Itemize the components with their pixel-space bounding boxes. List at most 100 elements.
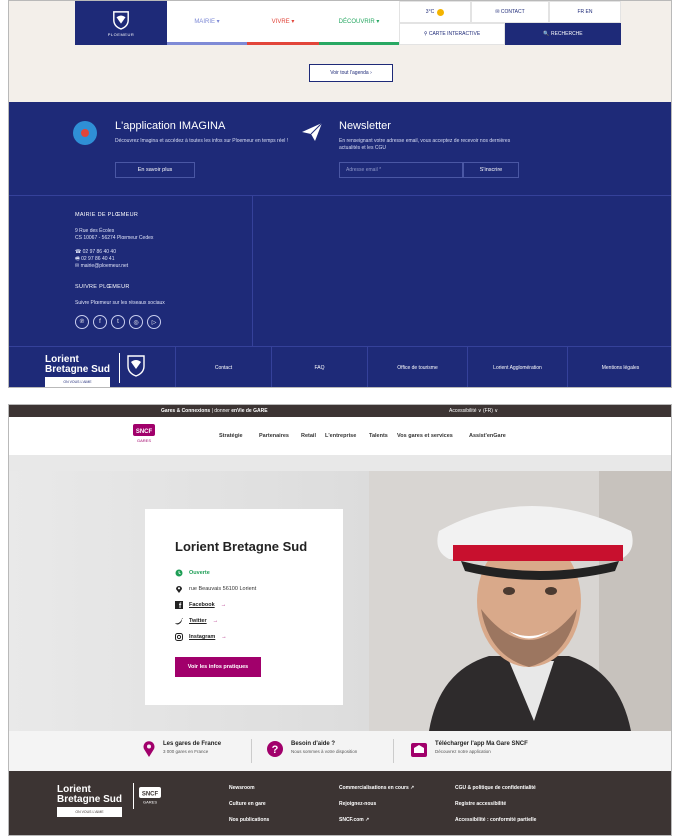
- footer-link-accessibility-conformity[interactable]: Accessibilité : conformité partielle: [455, 817, 536, 823]
- sncf-footer: Lorient Bretagne Sud ON VOUS L'AIME SNCF…: [9, 771, 671, 835]
- nav-talents[interactable]: Talents: [369, 433, 388, 439]
- info-description: Nous sommes à votre disposition: [291, 749, 358, 754]
- svg-text:SNCF: SNCF: [142, 792, 159, 798]
- app-more-button[interactable]: En savoir plus: [115, 162, 195, 178]
- logo-text: PLOEMEUR: [107, 31, 135, 37]
- newsletter-email-input[interactable]: Adresse email *: [339, 162, 463, 178]
- ploemeur-shield-icon: [127, 355, 145, 377]
- instagram-icon[interactable]: ◎: [129, 315, 143, 329]
- arrow-right-icon: →: [220, 602, 227, 608]
- ploemeur-footer-area: L'application IMAGINA Découvrez Imagina …: [9, 102, 671, 387]
- lorient-bretagne-sud-logo[interactable]: Lorient Bretagne Sud ON VOUS L'AIME: [57, 785, 123, 817]
- twitter-icon[interactable]: t: [111, 315, 125, 329]
- twitter-icon: [175, 618, 183, 625]
- topbar-brand[interactable]: Gares & Connexions | donner enVie de GAR…: [161, 408, 268, 414]
- logo-line: Bretagne Sud: [57, 794, 123, 805]
- twitter-row[interactable]: Twitter →: [175, 617, 218, 625]
- practical-info-button[interactable]: Voir les infos pratiques: [175, 657, 261, 677]
- nav-vivre[interactable]: VIVRE ▾: [247, 1, 319, 45]
- svg-text:?: ?: [272, 744, 279, 756]
- ploemeur-logo[interactable]: PLOEMEUR: [75, 1, 167, 45]
- footer-link-legal[interactable]: Mentions légales: [567, 347, 671, 387]
- divider: [251, 739, 252, 763]
- station-card: Lorient Bretagne Sud Ouverte rue Beauvai…: [145, 509, 343, 705]
- svg-text:SNCF: SNCF: [136, 429, 153, 435]
- address-line: 9 Rue des Écoles: [75, 228, 115, 234]
- follow-description: Suivre Plœmeur sur les réseaux sociaux: [75, 300, 165, 306]
- station-agent-photo: [369, 471, 671, 731]
- brand-separator: | donner: [210, 408, 232, 414]
- info-app[interactable]: Télécharger l'app Ma Gare SNCF Découvrez …: [411, 741, 528, 757]
- info-title: Les gares de France: [163, 741, 222, 747]
- app-description: Découvrez Imagina et accédez à toutes le…: [115, 138, 289, 144]
- accessibility-language[interactable]: Accessibilité ∨ (FR) ∨: [449, 408, 498, 414]
- ploemeur-header: PLOEMEUR MAIRIE ▾ VIVRE ▾ DÉCOUVRIR ▾ 3°…: [75, 1, 621, 45]
- facebook-row[interactable]: f Facebook →: [175, 601, 226, 609]
- youtube-icon[interactable]: ▷: [147, 315, 161, 329]
- agenda-button[interactable]: Voir tout l'agenda ›: [309, 64, 393, 82]
- divider: [133, 783, 134, 809]
- map-pin-icon: [143, 741, 155, 757]
- weather-temp: 3°C: [425, 9, 435, 15]
- station-title: Lorient Bretagne Sud: [175, 539, 308, 554]
- nav-assistengare[interactable]: Assist'enGare: [469, 433, 506, 439]
- info-help[interactable]: ? Besoin d'aide ? Nous sommes à votre dis…: [267, 741, 357, 757]
- footer-link-publications[interactable]: Nos publications: [229, 817, 269, 823]
- twitter-link[interactable]: Twitter: [189, 618, 207, 624]
- contact-link[interactable]: ✉ CONTACT: [471, 1, 549, 23]
- nav-decouvrir[interactable]: DÉCOUVRIR ▾: [319, 1, 399, 45]
- info-description: 3 000 gares en France: [163, 749, 209, 754]
- footer-link-culture[interactable]: Culture en gare: [229, 801, 266, 807]
- info-gares-france[interactable]: Les gares de France 3 000 gares en France: [143, 741, 221, 757]
- nav-partenaires[interactable]: Partenaires: [259, 433, 289, 439]
- info-title: Télécharger l'app Ma Gare SNCF: [435, 741, 528, 747]
- sncf-screenshot: Gares & Connexions | donner enVie de GAR…: [8, 404, 672, 836]
- follow-title: SUIVRE PLŒMEUR: [75, 284, 130, 290]
- help-icon: ?: [267, 741, 283, 757]
- footer-link-accessibility-register[interactable]: Registre accessibilité: [455, 801, 506, 807]
- divider: [252, 196, 253, 346]
- search-button[interactable]: 🔍 RECHERCHE: [505, 23, 621, 45]
- nav-entreprise[interactable]: L'entreprise: [325, 433, 356, 439]
- language-switch[interactable]: FR EN: [549, 1, 621, 23]
- info-bar: Les gares de France 3 000 gares en France…: [9, 731, 671, 771]
- footer-link-cgu[interactable]: CGU & politique de confidentialité: [455, 785, 536, 791]
- svg-text:GARES: GARES: [143, 800, 157, 805]
- footer-link-contact[interactable]: Contact: [175, 347, 271, 387]
- email-link[interactable]: ✉ mairie@ploemeur.net: [75, 263, 128, 269]
- nav-services[interactable]: Vos gares et services: [397, 433, 453, 439]
- app-station-icon: [411, 743, 427, 757]
- sncf-logo-icon[interactable]: SNCF GARES: [133, 424, 155, 444]
- sun-icon: [437, 8, 445, 16]
- facebook-icon[interactable]: f: [93, 315, 107, 329]
- paper-plane-icon: [302, 122, 323, 141]
- footer-link-recruitment[interactable]: Rejoignez-nous: [339, 801, 376, 807]
- phone[interactable]: ☎ 02 97 86 40 40: [75, 249, 116, 255]
- interactive-map-link[interactable]: ⚲ CARTE INTERACTIVE: [399, 23, 505, 45]
- nav-retail[interactable]: Retail: [301, 433, 316, 439]
- facebook-link[interactable]: Facebook: [189, 602, 215, 608]
- footer-link-agglomeration[interactable]: Lorient Agglomération: [467, 347, 567, 387]
- status-text: Ouverte: [189, 570, 210, 576]
- footer-link-tourism[interactable]: Office de tourisme: [367, 347, 467, 387]
- logo-tagline: ON VOUS L'AIME: [57, 807, 123, 817]
- footer-link-sncf-com[interactable]: SNCF.com ↗: [339, 817, 369, 823]
- svg-text:GARES: GARES: [137, 438, 151, 443]
- nav-mairie[interactable]: MAIRIE ▾: [167, 1, 247, 45]
- station-status: Ouverte: [175, 569, 210, 577]
- sncf-logo-icon: SNCF GARES: [139, 787, 161, 805]
- footer-link-newsroom[interactable]: Newsroom: [229, 785, 255, 791]
- instagram-link[interactable]: Instagram: [189, 634, 215, 640]
- newsletter-title: Newsletter: [339, 120, 391, 132]
- divider: [393, 739, 394, 763]
- clock-icon: [175, 569, 183, 577]
- nav-strategie[interactable]: Stratégie: [219, 433, 243, 439]
- pinterest-icon[interactable]: ℗: [75, 315, 89, 329]
- footer-link-faq[interactable]: FAQ: [271, 347, 367, 387]
- subscribe-button[interactable]: S'inscrire: [463, 162, 519, 178]
- footer-link-commercialisations[interactable]: Commercialisations en cours ↗: [339, 785, 414, 791]
- lorient-bretagne-sud-logo[interactable]: Lorient Bretagne Sud ON VOUS L'AIME: [45, 355, 111, 387]
- location-pin-icon: [176, 586, 182, 593]
- ploemeur-bottom-bar: Lorient Bretagne Sud ON VOUS L'AIME Cont…: [9, 346, 671, 387]
- instagram-row[interactable]: Instagram →: [175, 633, 227, 641]
